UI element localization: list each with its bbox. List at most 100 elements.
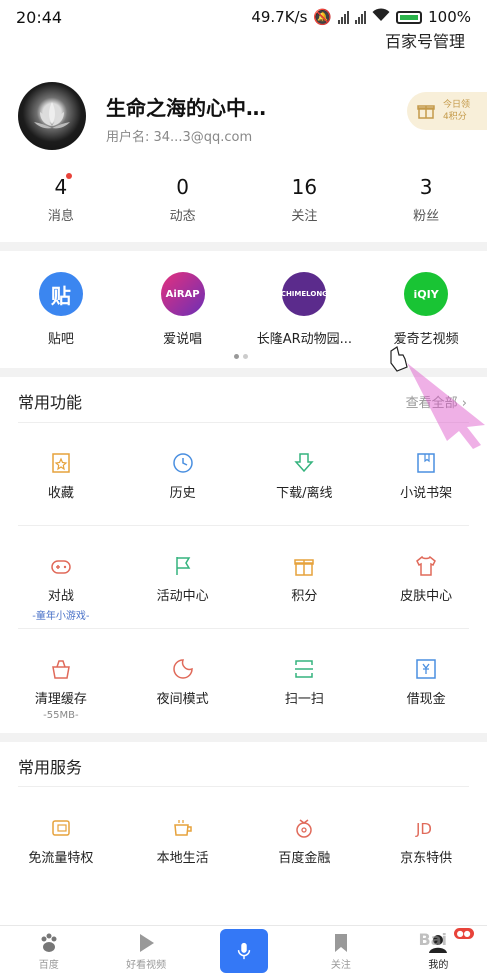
- scan-icon: [295, 660, 314, 678]
- stat-label: 关注: [291, 209, 318, 224]
- stat-following[interactable]: 16 关注: [244, 175, 366, 224]
- app-chimelong[interactable]: CHIMELONG 长隆AR动物园...: [244, 272, 366, 347]
- app-iqiyi[interactable]: iQIY 爱奇艺视频: [365, 272, 487, 347]
- baijiahao-manage-link[interactable]: 百家号管理: [385, 28, 465, 52]
- divider: [18, 422, 469, 423]
- tieba-icon: 贴: [38, 272, 83, 316]
- mini-apps-row: 贴 贴吧 AiRAP 爱说唱 CHIMELONG 长隆AR动物园... iQIY…: [0, 272, 487, 347]
- jd-icon: JD: [415, 820, 432, 838]
- stat-fans[interactable]: 3 粉丝: [365, 175, 487, 224]
- avatar[interactable]: [18, 82, 86, 150]
- svg-text:JD: JD: [415, 820, 432, 838]
- lotus-icon: [34, 102, 70, 129]
- service-free-data[interactable]: 免流量特权: [0, 817, 122, 866]
- func-history[interactable]: 历史: [122, 452, 244, 501]
- microphone-icon: [237, 942, 250, 960]
- voice-search-button[interactable]: [219, 929, 268, 973]
- stat-label: 粉丝: [413, 209, 440, 224]
- func-label: 收藏: [47, 486, 74, 501]
- func-skins[interactable]: 皮肤中心: [365, 555, 487, 622]
- func-label: 清理缓存: [34, 692, 87, 707]
- app-label: 爱说唱: [163, 332, 203, 347]
- gift-line-2: 4积分: [443, 112, 467, 122]
- func-clear-cache[interactable]: 清理缓存 -55MB-: [0, 658, 122, 721]
- daily-points-button[interactable]: 今日领 4积分: [407, 92, 487, 130]
- func-scan[interactable]: 扫一扫: [244, 658, 366, 721]
- page-indicator: [234, 354, 248, 359]
- watermark: Bai: [418, 930, 447, 949]
- functions-row-3: 清理缓存 -55MB- 夜间模式 扫一扫 借现金: [0, 658, 487, 721]
- yen-card-icon: [416, 659, 436, 679]
- stat-value: 16: [291, 175, 318, 199]
- func-label: 皮肤中心: [400, 589, 453, 604]
- tab-label: 我的: [428, 960, 449, 971]
- coin-icon: [296, 819, 313, 838]
- service-label: 免流量特权: [28, 851, 94, 866]
- clock-icon: [172, 453, 193, 473]
- play-icon: [140, 934, 155, 952]
- profile-name[interactable]: 生命之海的心中…: [106, 92, 266, 121]
- star-doc-icon: [52, 453, 70, 473]
- tab-voice[interactable]: [195, 926, 292, 975]
- func-label: 借现金: [406, 692, 446, 707]
- func-activity[interactable]: 活动中心: [122, 555, 244, 622]
- profile-card[interactable]: 生命之海的心中… 用户名: 34...3@qq.com 今日领 4积分: [18, 82, 487, 152]
- tab-label: 百度: [38, 960, 59, 971]
- divider: [18, 628, 469, 629]
- gift-box-icon: [294, 559, 315, 576]
- see-all-link[interactable]: 查看全部 ›: [406, 392, 467, 411]
- func-label: 小说书架: [400, 486, 453, 501]
- app-label: 长隆AR动物园...: [256, 332, 353, 347]
- gift-line-1: 今日领: [443, 100, 471, 110]
- flag-icon: [175, 557, 190, 575]
- func-label: 下载/离线: [276, 486, 333, 501]
- stat-value: 4: [54, 175, 68, 199]
- services-row: 免流量特权 本地生活 百度金融 JD 京东特供: [0, 817, 487, 866]
- tab-haokan-video[interactable]: 好看视频: [97, 926, 194, 975]
- app-tieba[interactable]: 贴 贴吧: [0, 272, 122, 347]
- func-sublabel: -55MB-: [43, 710, 79, 721]
- service-local-life[interactable]: 本地生活: [122, 817, 244, 866]
- see-all-label: 查看全部: [405, 396, 458, 411]
- stat-label: 动态: [169, 209, 196, 224]
- airap-icon: AiRAP: [160, 272, 205, 316]
- func-favorites[interactable]: 收藏: [0, 452, 122, 501]
- app-label: 贴吧: [47, 332, 74, 347]
- func-bookshelf[interactable]: 小说书架: [365, 452, 487, 501]
- unread-dot: [66, 173, 72, 179]
- bottom-tab-bar: 百度 好看视频 关注 ●● 我的: [0, 925, 487, 975]
- signal-icon: [338, 10, 350, 24]
- daily-points-text: 今日领 4积分: [443, 99, 470, 123]
- section-divider: [0, 733, 487, 742]
- app-airap[interactable]: AiRAP 爱说唱: [122, 272, 244, 347]
- stats-row: 4 消息 0 动态 16 关注 3 粉丝: [0, 173, 487, 224]
- battery-icon: [396, 10, 423, 24]
- wifi-icon: [372, 8, 390, 26]
- service-baidu-finance[interactable]: 百度金融: [244, 817, 366, 866]
- tab-label: 关注: [330, 960, 351, 971]
- status-time: 20:44: [16, 7, 63, 27]
- func-borrow-cash[interactable]: 借现金: [365, 658, 487, 721]
- divider: [18, 786, 469, 787]
- profile-username: 用户名: 34...3@qq.com: [106, 130, 253, 145]
- tab-follow[interactable]: 关注: [292, 926, 389, 975]
- stat-posts[interactable]: 0 动态: [122, 175, 244, 224]
- func-label: 活动中心: [156, 589, 209, 604]
- func-points[interactable]: 积分: [244, 555, 366, 622]
- bookmark-icon: [334, 934, 347, 952]
- service-jd[interactable]: JD 京东特供: [365, 817, 487, 866]
- tab-baidu[interactable]: 百度: [0, 926, 97, 975]
- func-download[interactable]: 下载/离线: [244, 452, 366, 501]
- func-label: 夜间模式: [156, 692, 209, 707]
- stat-messages[interactable]: 4 消息: [0, 173, 122, 224]
- func-night-mode[interactable]: 夜间模式: [122, 658, 244, 721]
- func-label: 积分: [291, 589, 318, 604]
- notification-badge: ●●: [453, 928, 474, 939]
- common-services-title: 常用服务: [18, 758, 83, 777]
- download-icon: [294, 453, 315, 473]
- chevron-right-icon: ›: [461, 396, 467, 411]
- gift-icon: [417, 105, 435, 119]
- func-battle[interactable]: 对战 -童年小游戏-: [0, 555, 122, 622]
- tab-label: 好看视频: [126, 960, 167, 971]
- service-label: 京东特供: [400, 851, 453, 866]
